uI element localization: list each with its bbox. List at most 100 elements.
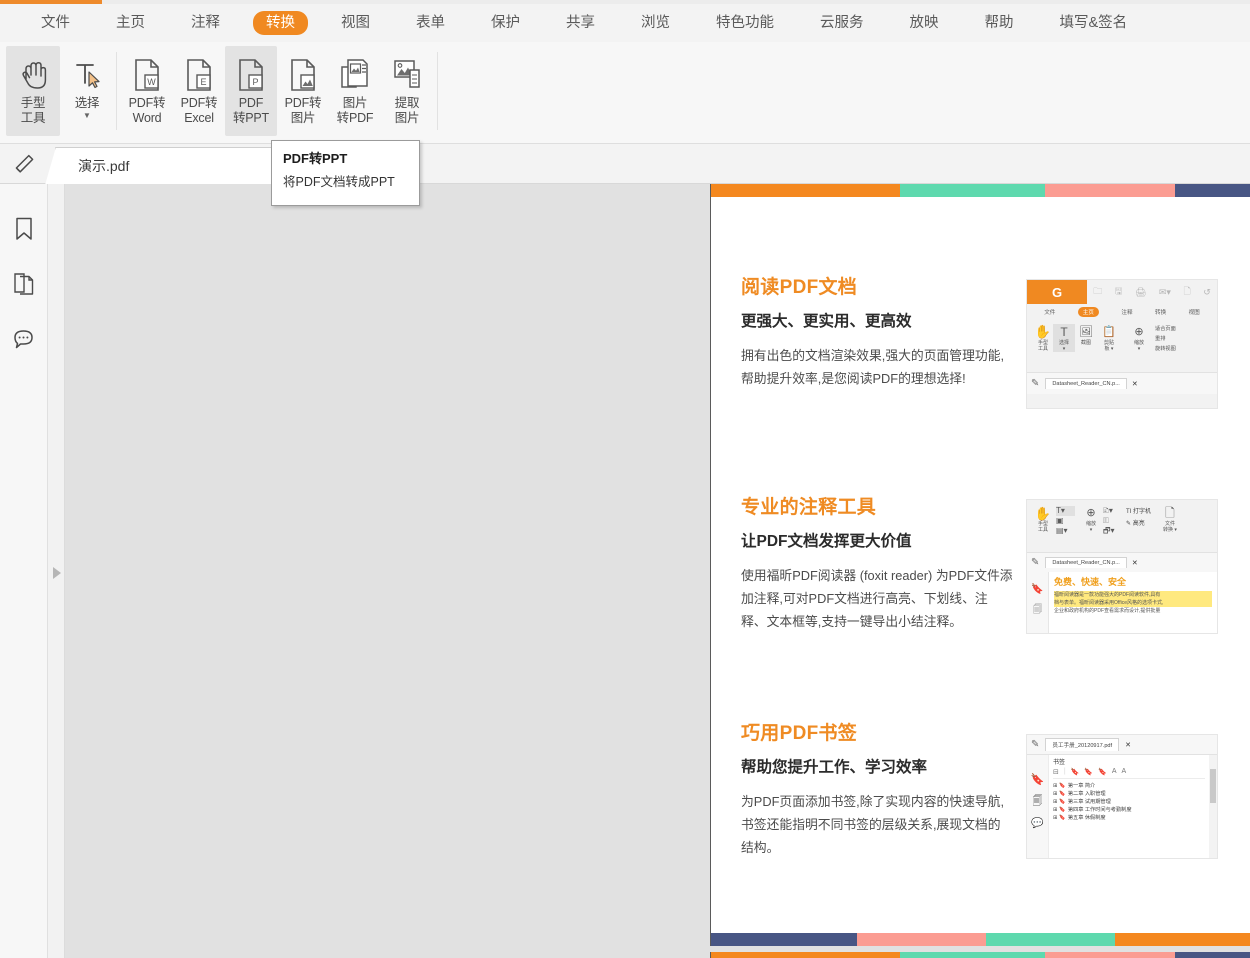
mock3-bookmark-row: ⊞🔖第四章 工作时间与考勤制度	[1053, 806, 1205, 814]
chevron-down-icon[interactable]: ▼	[83, 112, 91, 120]
ribbon-tab-file[interactable]: 文件	[28, 11, 83, 35]
ribbon-tab-fill-sign[interactable]: 填写&签名	[1047, 11, 1141, 35]
mock3-expand-icon: ⊟	[1053, 768, 1059, 776]
mock3-comment-icon: 💬	[1027, 813, 1048, 835]
mock3-fontdown-icon: A	[1122, 768, 1127, 776]
mock-zoom-icon: ⊕	[1127, 324, 1151, 340]
pdf-to-image-label-1: PDF转	[285, 96, 322, 111]
pdf-to-excel-label-2: Excel	[184, 111, 214, 126]
mock3-bookmark-icon: 🔖	[1027, 769, 1048, 791]
mock2-pages-icon: 🗐	[1027, 600, 1048, 618]
mock3-bm-icon: 🔖	[1059, 790, 1065, 798]
pdf-to-image-button[interactable]: PDF转 图片	[277, 46, 329, 136]
ribbon-divider-2	[437, 52, 438, 130]
mock2-textbox-icon: T▾	[1056, 506, 1075, 516]
mock3-delbm-icon: 🔖	[1098, 768, 1107, 776]
mock2-doc-line-0: 福昕阅读器是一款功能强大的PDF阅读软件,具有	[1054, 591, 1212, 599]
image-to-pdf-icon	[337, 54, 373, 96]
mock2-close-icon: ✕	[1132, 559, 1138, 567]
mock2-rotate-icon: 🗗▾	[1103, 526, 1123, 536]
pdf-to-word-label-2: Word	[133, 111, 162, 126]
color-band-navy-b	[711, 933, 857, 946]
pdf-to-excel-button[interactable]: E PDF转 Excel	[173, 46, 225, 136]
ribbon-tab-protect[interactable]: 保护	[478, 11, 533, 35]
page-bottom-color-bar	[711, 933, 1250, 946]
mock-clipboard-icon: 📋	[1097, 324, 1121, 340]
svg-text:E: E	[200, 77, 206, 87]
mock3-plus-icon: ⊞	[1053, 806, 1057, 814]
mock2-btn-2-l2: 转换 ▾	[1159, 527, 1181, 533]
section-3-body: 为PDF页面添加书签,除了实现内容的快速导航, 书签还能指明不同书签的层级关系,…	[741, 790, 1013, 859]
mock-bookmarks: ✎ 员工手册_20120917.pdf ✕ 🔖 🗐 💬 书签 ⊟ |	[1026, 734, 1218, 859]
ribbon-tab-cloud[interactable]: 云服务	[807, 11, 877, 35]
pdf-to-ppt-label-2: 转PPT	[233, 111, 269, 126]
ribbon-tab-comment[interactable]: 注释	[178, 11, 233, 35]
mock-file-tab-1: Datasheet_Reader_CN.p...	[1045, 378, 1126, 389]
ribbon-panel: 手型 工具 选择 ▼	[0, 42, 1250, 144]
mock2-fitwidth-icon: 🗉	[1103, 516, 1123, 526]
color-band-navy-2	[1175, 952, 1250, 958]
mock2-bookmark-icon: 🔖	[1027, 580, 1048, 600]
pdf-to-ppt-icon: P	[233, 54, 269, 96]
sidebar-item-pages[interactable]	[0, 259, 48, 314]
mock2-tool-1: ✎ 高亮	[1126, 518, 1159, 530]
mock3-plus-icon: ⊞	[1053, 782, 1057, 790]
extract-image-icon	[389, 54, 425, 96]
mock3-bookmark-row: ⊞🔖第一章 简介	[1053, 782, 1205, 790]
mock3-plus-icon: ⊞	[1053, 790, 1057, 798]
ribbon-tab-slideshow[interactable]: 放映	[897, 11, 952, 35]
page-top-color-bar	[711, 184, 1250, 197]
mock2-hand-icon: ✋	[1033, 506, 1053, 521]
color-band-salmon-2	[1045, 952, 1174, 958]
mock3-bm-label: 第二章 入职管理	[1068, 790, 1106, 798]
svg-text:W: W	[147, 77, 156, 87]
hand-tool-button[interactable]: 手型 工具	[6, 46, 60, 136]
pdf-page-1: 阅读PDF文档 更强大、更实用、更高效 拥有出色的文档渲染效果,强大的页面管理功…	[710, 184, 1250, 946]
ribbon-divider-1	[116, 52, 117, 130]
color-band-salmon	[1045, 184, 1174, 197]
ribbon-tab-help[interactable]: 帮助	[972, 11, 1027, 35]
sidebar-item-bookmarks[interactable]	[0, 204, 48, 259]
mock-email-icon: ✉▾	[1159, 287, 1171, 298]
ribbon-tab-view[interactable]: 视图	[328, 11, 383, 35]
extract-image-button[interactable]: 提取 图片	[381, 46, 433, 136]
tooltip-description: 将PDF文档转成PPT	[283, 173, 408, 191]
tooltip-title: PDF转PPT	[283, 150, 408, 168]
mock3-scrollbar[interactable]	[1209, 755, 1217, 859]
image-to-pdf-label-1: 图片	[343, 96, 368, 111]
expand-right-arrow-icon[interactable]	[53, 567, 61, 579]
mock2-tool-0: TI 打字机	[1126, 506, 1159, 518]
pdf-viewer-canvas[interactable]: 阅读PDF文档 更强大、更实用、更高效 拥有出色的文档渲染效果,强大的页面管理功…	[65, 184, 1250, 958]
mock3-pages-icon: 🗐	[1027, 791, 1048, 813]
mock3-bm-label: 第四章 工作时间与考勤制度	[1068, 806, 1132, 814]
sidebar-item-comments[interactable]	[0, 314, 48, 369]
mock2-doc-line-2: 企业和政府机构的PDF查看需求而设计,提供批量	[1054, 607, 1212, 615]
text-select-icon	[71, 54, 103, 96]
mock3-plus-icon: ⊞	[1053, 798, 1057, 806]
mock3-bm-icon: 🔖	[1059, 798, 1065, 806]
pdf-to-word-button[interactable]: W PDF转 Word	[121, 46, 173, 136]
mock-pencil-icon: ✎	[1031, 378, 1039, 389]
select-tool-button[interactable]: 选择 ▼	[60, 46, 114, 136]
ribbon-tab-convert[interactable]: 转换	[253, 11, 308, 35]
pencil-icon[interactable]	[0, 144, 48, 184]
pdf-to-image-label-2: 图片	[291, 111, 316, 126]
ribbon-tab-features[interactable]: 特色功能	[703, 11, 787, 35]
ribbon-tab-home[interactable]: 主页	[103, 11, 158, 35]
ribbon-tab-browse[interactable]: 浏览	[628, 11, 683, 35]
pdf-to-ppt-label-1: PDF	[239, 96, 263, 111]
image-to-pdf-button[interactable]: 图片 转PDF	[329, 46, 381, 136]
mock-undo-icon: ↺	[1203, 287, 1211, 298]
mock3-pencil-icon: ✎	[1031, 739, 1039, 750]
mock2-doc-title: 免费、快速、安全	[1054, 576, 1212, 589]
mock-save-icon: 🖫	[1115, 284, 1123, 300]
pdf-to-ppt-button[interactable]: P PDF 转PPT	[225, 46, 277, 136]
document-tab[interactable]: 演示.pdf	[55, 147, 275, 184]
mock-side-0: 适合页面	[1155, 324, 1213, 334]
mock3-plus-icon: ⊞	[1053, 814, 1057, 822]
ribbon-tab-share[interactable]: 共享	[553, 11, 608, 35]
ribbon-tab-form[interactable]: 表单	[403, 11, 458, 35]
mock3-bookmark-row: ⊞🔖第二章 入职管理	[1053, 790, 1205, 798]
color-band-orange-b	[1115, 933, 1250, 946]
mock2-note-icon: ▤▾	[1056, 526, 1075, 536]
